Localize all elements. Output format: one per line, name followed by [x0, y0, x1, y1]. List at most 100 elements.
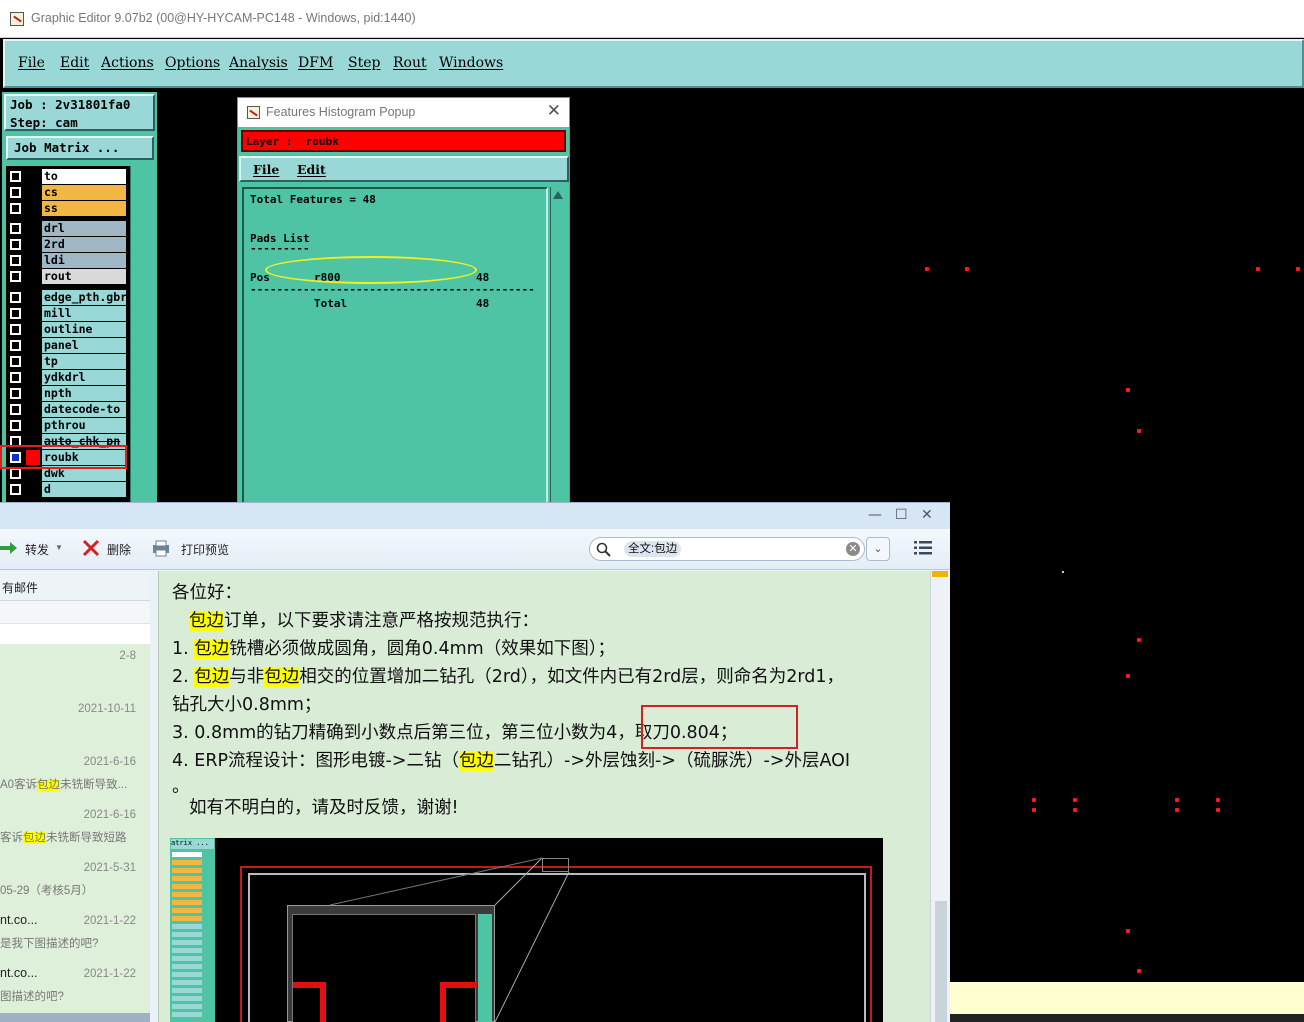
layer-checkbox[interactable] — [10, 308, 21, 319]
mail-list-item[interactable]: 2021-6-16 A0客诉包边未铣断导致... — [0, 750, 150, 803]
menu-windows[interactable]: Windows — [439, 55, 503, 71]
forward-dropdown-icon[interactable]: ▼ — [55, 543, 63, 552]
menu-edit[interactable]: Edit — [60, 55, 89, 71]
layer-name: cs — [42, 185, 126, 200]
layer-row-tp[interactable]: tp — [6, 354, 130, 369]
minimize-icon[interactable]: — — [868, 507, 882, 523]
histogram-menu-edit[interactable]: Edit — [297, 162, 326, 177]
mail-sender: nt.co... — [0, 913, 38, 927]
mail-date: 2021-10-11 — [78, 703, 136, 715]
close-mail-icon[interactable]: ✕ — [921, 507, 933, 523]
search-input[interactable]: 全文:包边 ✕ — [589, 537, 865, 561]
layer-checkbox[interactable] — [10, 340, 21, 351]
mail-list-item[interactable]: 2021-5-31 05-29（考核5月） — [0, 856, 150, 909]
layer-row-npth[interactable]: npth — [6, 386, 130, 401]
mail-list-item[interactable]: nt.co... 2021-1-22 图描述的吧? — [0, 962, 150, 1015]
menu-actions[interactable]: Actions — [101, 55, 154, 71]
layer-checkbox[interactable] — [10, 271, 21, 282]
layer-row-2rd[interactable]: 2rd — [6, 237, 130, 252]
mail-folder-label[interactable]: 有邮件 — [0, 571, 150, 601]
mail-line: 包边订单，以下要求请注意严格按规范执行： — [189, 611, 539, 631]
layer-list-scrollbar[interactable] — [130, 166, 157, 502]
mail-body-scrollbar[interactable] — [930, 571, 950, 1022]
layer-row-datecode-to[interactable]: datecode-to — [6, 402, 130, 417]
mail-list-item[interactable]: nt.co... 2021-1-22 是我下图描述的吧? — [0, 909, 150, 962]
layer-name: pthrou — [42, 418, 126, 433]
menu-file[interactable]: File — [18, 55, 45, 71]
job-matrix-button[interactable]: Job Matrix ... — [6, 136, 154, 160]
layer-name: outline — [42, 322, 126, 337]
histogram-scrollbar[interactable] — [550, 187, 566, 505]
mail-toolbar: 转发 ▼ 删除 打印预览 全文:包边 ✕ ⌄ — [0, 529, 950, 570]
mail-list-spacer — [0, 624, 150, 644]
layer-checkbox[interactable] — [10, 372, 21, 383]
board-pad — [1256, 267, 1260, 271]
layer-row-d[interactable]: d — [6, 482, 130, 497]
forward-button[interactable]: 转发 — [25, 541, 49, 558]
layer-checkbox[interactable] — [10, 356, 21, 367]
search-options-icon[interactable]: ⌄ — [866, 537, 890, 561]
layer-row-ydkdrl[interactable]: ydkdrl — [6, 370, 130, 385]
menu-options[interactable]: Options — [165, 55, 220, 71]
clear-search-icon[interactable]: ✕ — [846, 542, 860, 556]
layer-row-drl[interactable]: drl — [6, 221, 130, 236]
layer-checkbox[interactable] — [10, 324, 21, 335]
pads-divider: ----------------------------------------… — [250, 283, 535, 296]
print-preview-button[interactable]: 打印预览 — [181, 541, 229, 558]
layer-row-rout[interactable]: rout — [6, 269, 130, 284]
layer-name: npth — [42, 386, 126, 401]
mail-sender: nt.co... — [0, 966, 38, 980]
layer-checkbox[interactable] — [10, 187, 21, 198]
mail-list-scrollbar[interactable] — [0, 1013, 150, 1022]
menu-analysis[interactable]: Analysis — [229, 55, 288, 71]
layer-row-pthrou[interactable]: pthrou — [6, 418, 130, 433]
layer-checkbox[interactable] — [10, 292, 21, 303]
layer-checkbox[interactable] — [10, 171, 21, 182]
menu-dfm[interactable]: DFM — [298, 55, 333, 71]
layer-row-ss[interactable]: ss — [6, 201, 130, 216]
layer-checkbox[interactable] — [10, 255, 21, 266]
menu-step[interactable]: Step — [348, 55, 380, 71]
selected-layer-highlight — [0, 445, 127, 469]
scrollbar-thumb[interactable] — [935, 901, 947, 1022]
layer-row-ldi[interactable]: ldi — [6, 253, 130, 268]
histogram-menu-file[interactable]: File — [253, 162, 279, 177]
layer-row-to[interactable]: to — [6, 169, 130, 184]
layer-name: 2rd — [42, 237, 126, 252]
mail-list-item[interactable]: 2021-6-16 客诉包边未铣断导致短路 — [0, 803, 150, 856]
layer-name: ldi — [42, 253, 126, 268]
board-pad — [965, 267, 969, 271]
embedded-popup — [287, 905, 495, 1022]
layer-checkbox[interactable] — [10, 239, 21, 250]
layer-name: d — [42, 482, 126, 497]
scroll-up-icon[interactable] — [553, 191, 563, 199]
list-view-icon[interactable] — [914, 541, 932, 555]
layer-name: datecode-to — [42, 402, 126, 417]
mail-list-item[interactable]: 2-8 — [0, 644, 150, 697]
delete-button[interactable]: 删除 — [107, 541, 131, 558]
layer-name: rout — [42, 269, 126, 284]
layer-checkbox[interactable] — [10, 468, 21, 479]
layer-row-panel[interactable]: panel — [6, 338, 130, 353]
layer-checkbox[interactable] — [10, 404, 21, 415]
layer-checkbox[interactable] — [10, 420, 21, 431]
layer-checkbox[interactable] — [10, 203, 21, 214]
layer-row-edge_pth.gbr[interactable]: edge_pth.gbr — [6, 290, 130, 305]
app-titlebar: Graphic Editor 9.07b2 (00@HY-HYCAM-PC148… — [0, 0, 1304, 38]
layer-row-outline[interactable]: outline — [6, 322, 130, 337]
delete-icon[interactable] — [82, 539, 100, 557]
forward-icon[interactable] — [0, 539, 18, 557]
maximize-icon[interactable]: ☐ — [895, 507, 908, 523]
layer-row-mill[interactable]: mill — [6, 306, 130, 321]
layer-checkbox[interactable] — [10, 388, 21, 399]
layer-name: ss — [42, 201, 126, 216]
layer-row-cs[interactable]: cs — [6, 185, 130, 200]
layer-checkbox[interactable] — [10, 223, 21, 234]
print-icon[interactable] — [152, 539, 170, 557]
layer-checkbox[interactable] — [10, 484, 21, 495]
menu-rout[interactable]: Rout — [393, 55, 427, 71]
layer-name: tp — [42, 354, 126, 369]
close-icon[interactable]: ✕ — [547, 101, 561, 121]
pads-total-count: 48 — [476, 297, 490, 310]
mail-list-item[interactable]: 2021-10-11 — [0, 697, 150, 750]
